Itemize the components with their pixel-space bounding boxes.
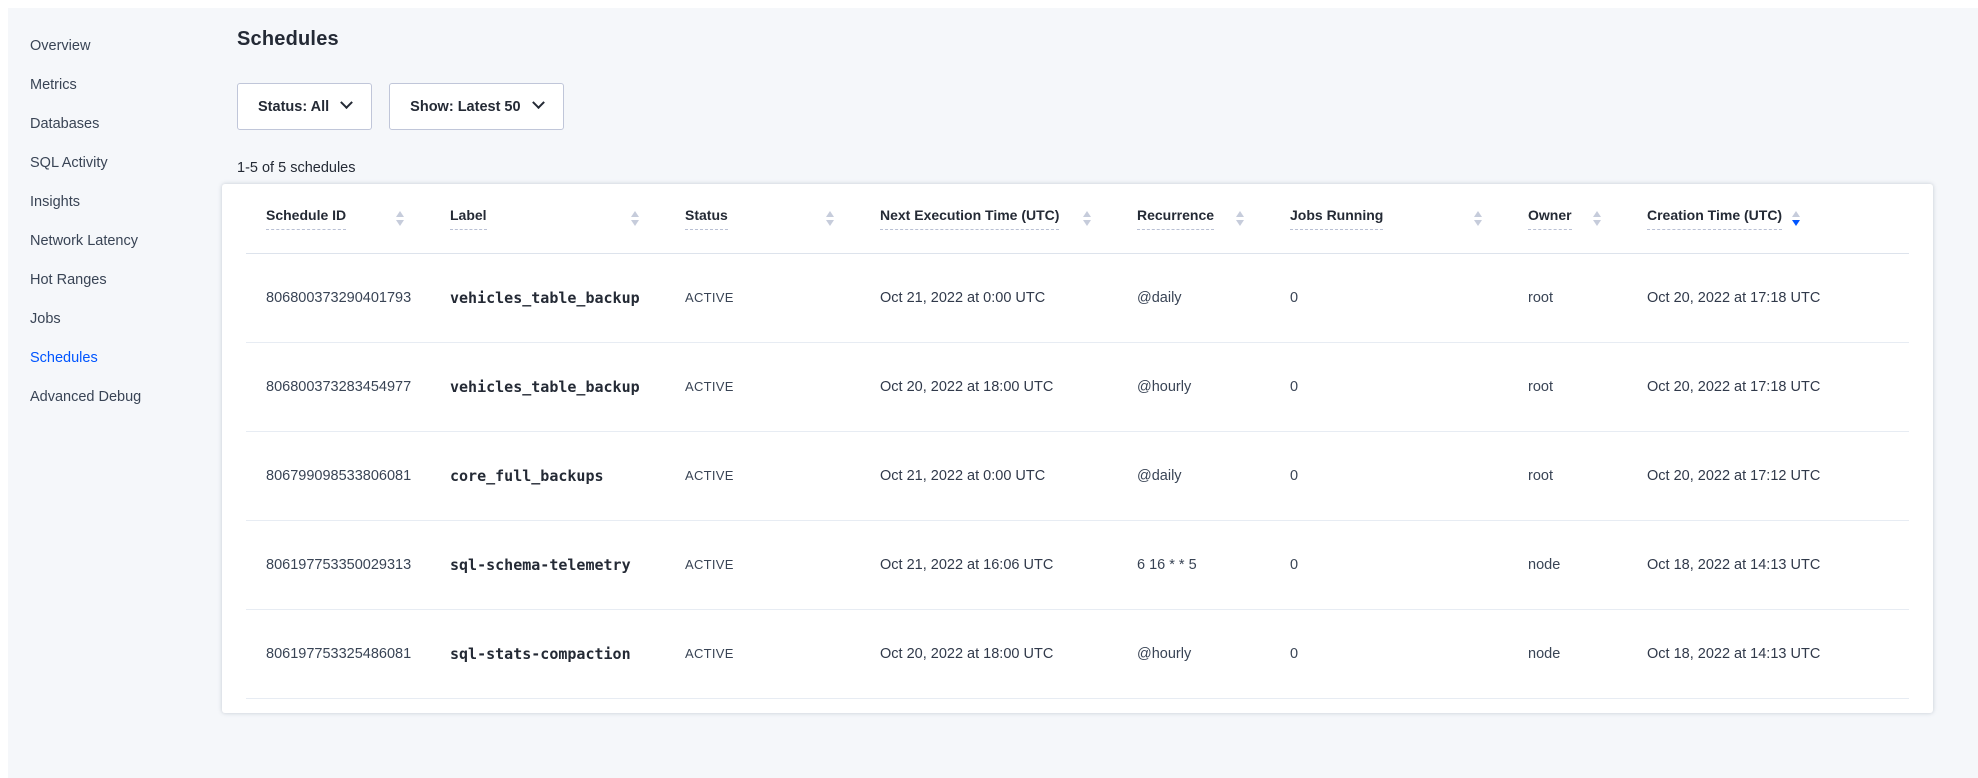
owner-cell: node [1508,609,1627,698]
creation-time-cell: Oct 20, 2022 at 17:18 UTC [1627,342,1909,431]
creation-time-cell: Oct 20, 2022 at 17:18 UTC [1627,253,1909,342]
column-header-creation-time[interactable]: Creation Time (UTC) [1627,184,1909,253]
column-header-label[interactable]: Label [430,184,665,253]
column-header-status[interactable]: Status [665,184,860,253]
schedule-id-cell: 806800373290401793 [246,253,430,342]
status-cell: ACTIVE [665,431,860,520]
recurrence-cell: @hourly [1117,609,1270,698]
table-row: 806800373290401793 vehicles_table_backup… [246,253,1909,342]
recurrence-cell: @hourly [1117,342,1270,431]
creation-time-cell: Oct 20, 2022 at 17:12 UTC [1627,431,1909,520]
sidebar-nav: Overview Metrics Databases SQL Activity … [30,35,220,425]
owner-cell: root [1508,253,1627,342]
sidebar-item-insights[interactable]: Insights [30,191,220,213]
column-header-recurrence[interactable]: Recurrence [1117,184,1270,253]
sidebar-item-sql-activity[interactable]: SQL Activity [30,152,220,174]
creation-time-cell: Oct 18, 2022 at 14:13 UTC [1627,520,1909,609]
schedule-label-cell: core_full_backups [430,431,665,520]
creation-time-cell: Oct 18, 2022 at 14:13 UTC [1627,609,1909,698]
status-filter-label: Status: All [258,99,329,115]
schedule-label-cell: sql-stats-compaction [430,609,665,698]
column-header-owner[interactable]: Owner [1508,184,1627,253]
owner-cell: root [1508,342,1627,431]
next-execution-cell: Oct 20, 2022 at 18:00 UTC [860,609,1117,698]
sidebar-item-network-latency[interactable]: Network Latency [30,230,220,252]
next-execution-cell: Oct 20, 2022 at 18:00 UTC [860,342,1117,431]
status-cell: ACTIVE [665,253,860,342]
next-execution-cell: Oct 21, 2022 at 0:00 UTC [860,253,1117,342]
status-cell: ACTIVE [665,609,860,698]
sort-icon[interactable] [1236,211,1244,226]
schedules-page: Overview Metrics Databases SQL Activity … [8,8,1978,778]
status-cell: ACTIVE [665,342,860,431]
sidebar-item-schedules[interactable]: Schedules [30,347,220,369]
sort-icon[interactable] [631,211,639,226]
schedule-id-cell: 806800373283454977 [246,342,430,431]
schedule-label-cell: sql-schema-telemetry [430,520,665,609]
sidebar-item-databases[interactable]: Databases [30,113,220,135]
sort-icon[interactable] [1083,211,1091,226]
chevron-down-icon [340,96,353,109]
schedules-table: Schedule ID Label Status Next Execution … [246,184,1909,699]
sort-icon[interactable] [1593,211,1601,226]
jobs-running-cell: 0 [1270,431,1508,520]
filter-bar: Status: All Show: Latest 50 [237,83,564,130]
column-header-next-execution-time[interactable]: Next Execution Time (UTC) [860,184,1117,253]
column-header-jobs-running[interactable]: Jobs Running [1270,184,1508,253]
sidebar-item-hot-ranges[interactable]: Hot Ranges [30,269,220,291]
schedule-id-cell: 806197753325486081 [246,609,430,698]
sidebar-item-overview[interactable]: Overview [30,35,220,57]
sort-icon-active-desc[interactable] [1792,211,1800,226]
column-header-schedule-id[interactable]: Schedule ID [246,184,430,253]
status-cell: ACTIVE [665,520,860,609]
sidebar-item-advanced-debug[interactable]: Advanced Debug [30,386,220,408]
owner-cell: node [1508,520,1627,609]
next-execution-cell: Oct 21, 2022 at 0:00 UTC [860,431,1117,520]
sidebar-item-metrics[interactable]: Metrics [30,74,220,96]
table-row: 806800373283454977 vehicles_table_backup… [246,342,1909,431]
recurrence-cell: 6 16 * * 5 [1117,520,1270,609]
results-count: 1-5 of 5 schedules [237,160,356,176]
table-row: 806197753325486081 sql-stats-compaction … [246,609,1909,698]
schedule-id-cell: 806197753350029313 [246,520,430,609]
schedules-table-card: Schedule ID Label Status Next Execution … [222,184,1933,713]
recurrence-cell: @daily [1117,253,1270,342]
jobs-running-cell: 0 [1270,253,1508,342]
table-row: 806197753350029313 sql-schema-telemetry … [246,520,1909,609]
sort-icon[interactable] [826,211,834,226]
schedule-label-cell: vehicles_table_backup [430,342,665,431]
show-filter-dropdown[interactable]: Show: Latest 50 [389,83,563,130]
table-header-row: Schedule ID Label Status Next Execution … [246,184,1909,253]
page-title: Schedules [237,28,339,51]
table-row: 806799098533806081 core_full_backups ACT… [246,431,1909,520]
sidebar-item-jobs[interactable]: Jobs [30,308,220,330]
show-filter-label: Show: Latest 50 [410,99,520,115]
jobs-running-cell: 0 [1270,609,1508,698]
status-filter-dropdown[interactable]: Status: All [237,83,372,130]
recurrence-cell: @daily [1117,431,1270,520]
sort-icon[interactable] [396,211,404,226]
schedule-label-cell: vehicles_table_backup [430,253,665,342]
chevron-down-icon [532,96,545,109]
jobs-running-cell: 0 [1270,520,1508,609]
jobs-running-cell: 0 [1270,342,1508,431]
sort-icon[interactable] [1474,211,1482,226]
schedule-id-cell: 806799098533806081 [246,431,430,520]
owner-cell: root [1508,431,1627,520]
next-execution-cell: Oct 21, 2022 at 16:06 UTC [860,520,1117,609]
